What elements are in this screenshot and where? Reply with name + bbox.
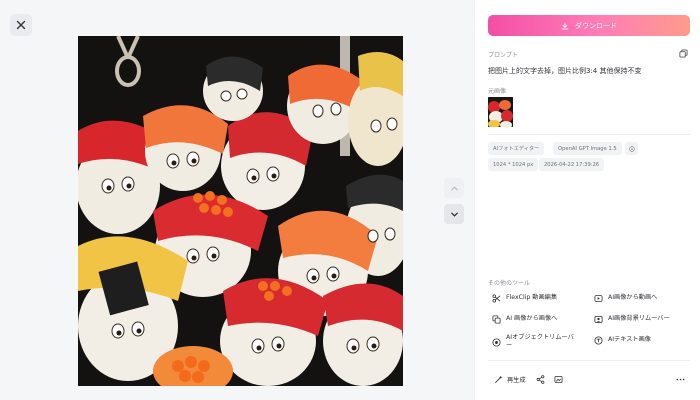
- generated-image: [78, 36, 403, 386]
- tool-flexclip-video-editor[interactable]: FlexClip 動画編集: [492, 294, 592, 303]
- tag-tool: AIフォトエディター: [488, 142, 545, 155]
- close-button[interactable]: [10, 14, 32, 36]
- object-remover-icon: [492, 338, 501, 347]
- scissors-icon: [492, 294, 501, 303]
- info-icon: [628, 145, 635, 152]
- tool-text-to-image[interactable]: AIテキスト画像: [594, 336, 694, 345]
- previous-image-button[interactable]: [444, 178, 464, 198]
- regenerate-button[interactable]: 再生成: [494, 375, 526, 384]
- other-tools-label: その他のツール: [488, 280, 531, 287]
- tool-label: AI画像から動画へ: [608, 294, 658, 302]
- tag-resolution: 1024 * 1024 px: [488, 158, 539, 171]
- magic-wand-icon: [495, 375, 503, 383]
- close-icon: [16, 20, 26, 30]
- chevron-up-icon: [450, 185, 458, 190]
- tag-timestamp: 2026-04-22 17:39:26: [539, 158, 605, 171]
- share-icon: [536, 375, 545, 384]
- copy-icon[interactable]: [679, 49, 688, 58]
- tool-image-to-video[interactable]: AI画像から動画へ: [594, 294, 694, 303]
- image-viewer: [0, 0, 474, 400]
- divider: [488, 134, 690, 135]
- more-options-button[interactable]: [676, 375, 685, 384]
- chevron-down-icon: [450, 212, 458, 217]
- tool-label: AI画像背景リムーバー: [608, 315, 670, 323]
- tool-background-remover[interactable]: AI画像背景リムーバー: [594, 315, 694, 324]
- tool-label: AIオブジェクトリムーバー: [506, 334, 574, 350]
- tool-label: AI 画像から画像へ: [506, 315, 558, 323]
- prompt-text: 把图片上的文字去掉，图片比例3:4 其他保持不变: [488, 67, 642, 75]
- text-to-image-icon: [594, 336, 603, 345]
- background-remover-icon: [594, 315, 603, 324]
- download-button[interactable]: ダウンロード: [488, 15, 690, 36]
- share-button[interactable]: [536, 375, 545, 384]
- tool-label: AIテキスト画像: [608, 336, 651, 344]
- info-button[interactable]: [625, 142, 638, 155]
- tool-object-remover[interactable]: AIオブジェクトリムーバー: [492, 334, 577, 351]
- source-image-label: 元画像: [488, 88, 507, 95]
- sushi-illustration: [78, 36, 403, 386]
- more-icon: [676, 378, 685, 381]
- divider: [488, 360, 690, 361]
- thumbnail-image: [488, 97, 513, 127]
- image-edit-icon: [554, 375, 563, 384]
- edit-image-button[interactable]: [554, 375, 563, 384]
- tool-label: FlexClip 動画編集: [506, 294, 558, 302]
- source-image-thumbnail[interactable]: [488, 97, 513, 127]
- download-icon: [561, 21, 569, 29]
- image-to-video-icon: [594, 294, 603, 303]
- next-image-button[interactable]: [444, 204, 464, 224]
- details-panel: ダウンロード プロンプト 把图片上的文字去掉，图片比例3:4 其他保持不变 元画…: [474, 0, 700, 400]
- download-label: ダウンロード: [575, 21, 617, 30]
- tool-image-to-image[interactable]: AI 画像から画像へ: [492, 315, 592, 324]
- tag-model: OpenAI GPT Image 1.5: [553, 142, 622, 155]
- prompt-label: プロンプト: [488, 52, 518, 59]
- regenerate-label: 再生成: [507, 377, 526, 384]
- image-to-image-icon: [492, 315, 501, 324]
